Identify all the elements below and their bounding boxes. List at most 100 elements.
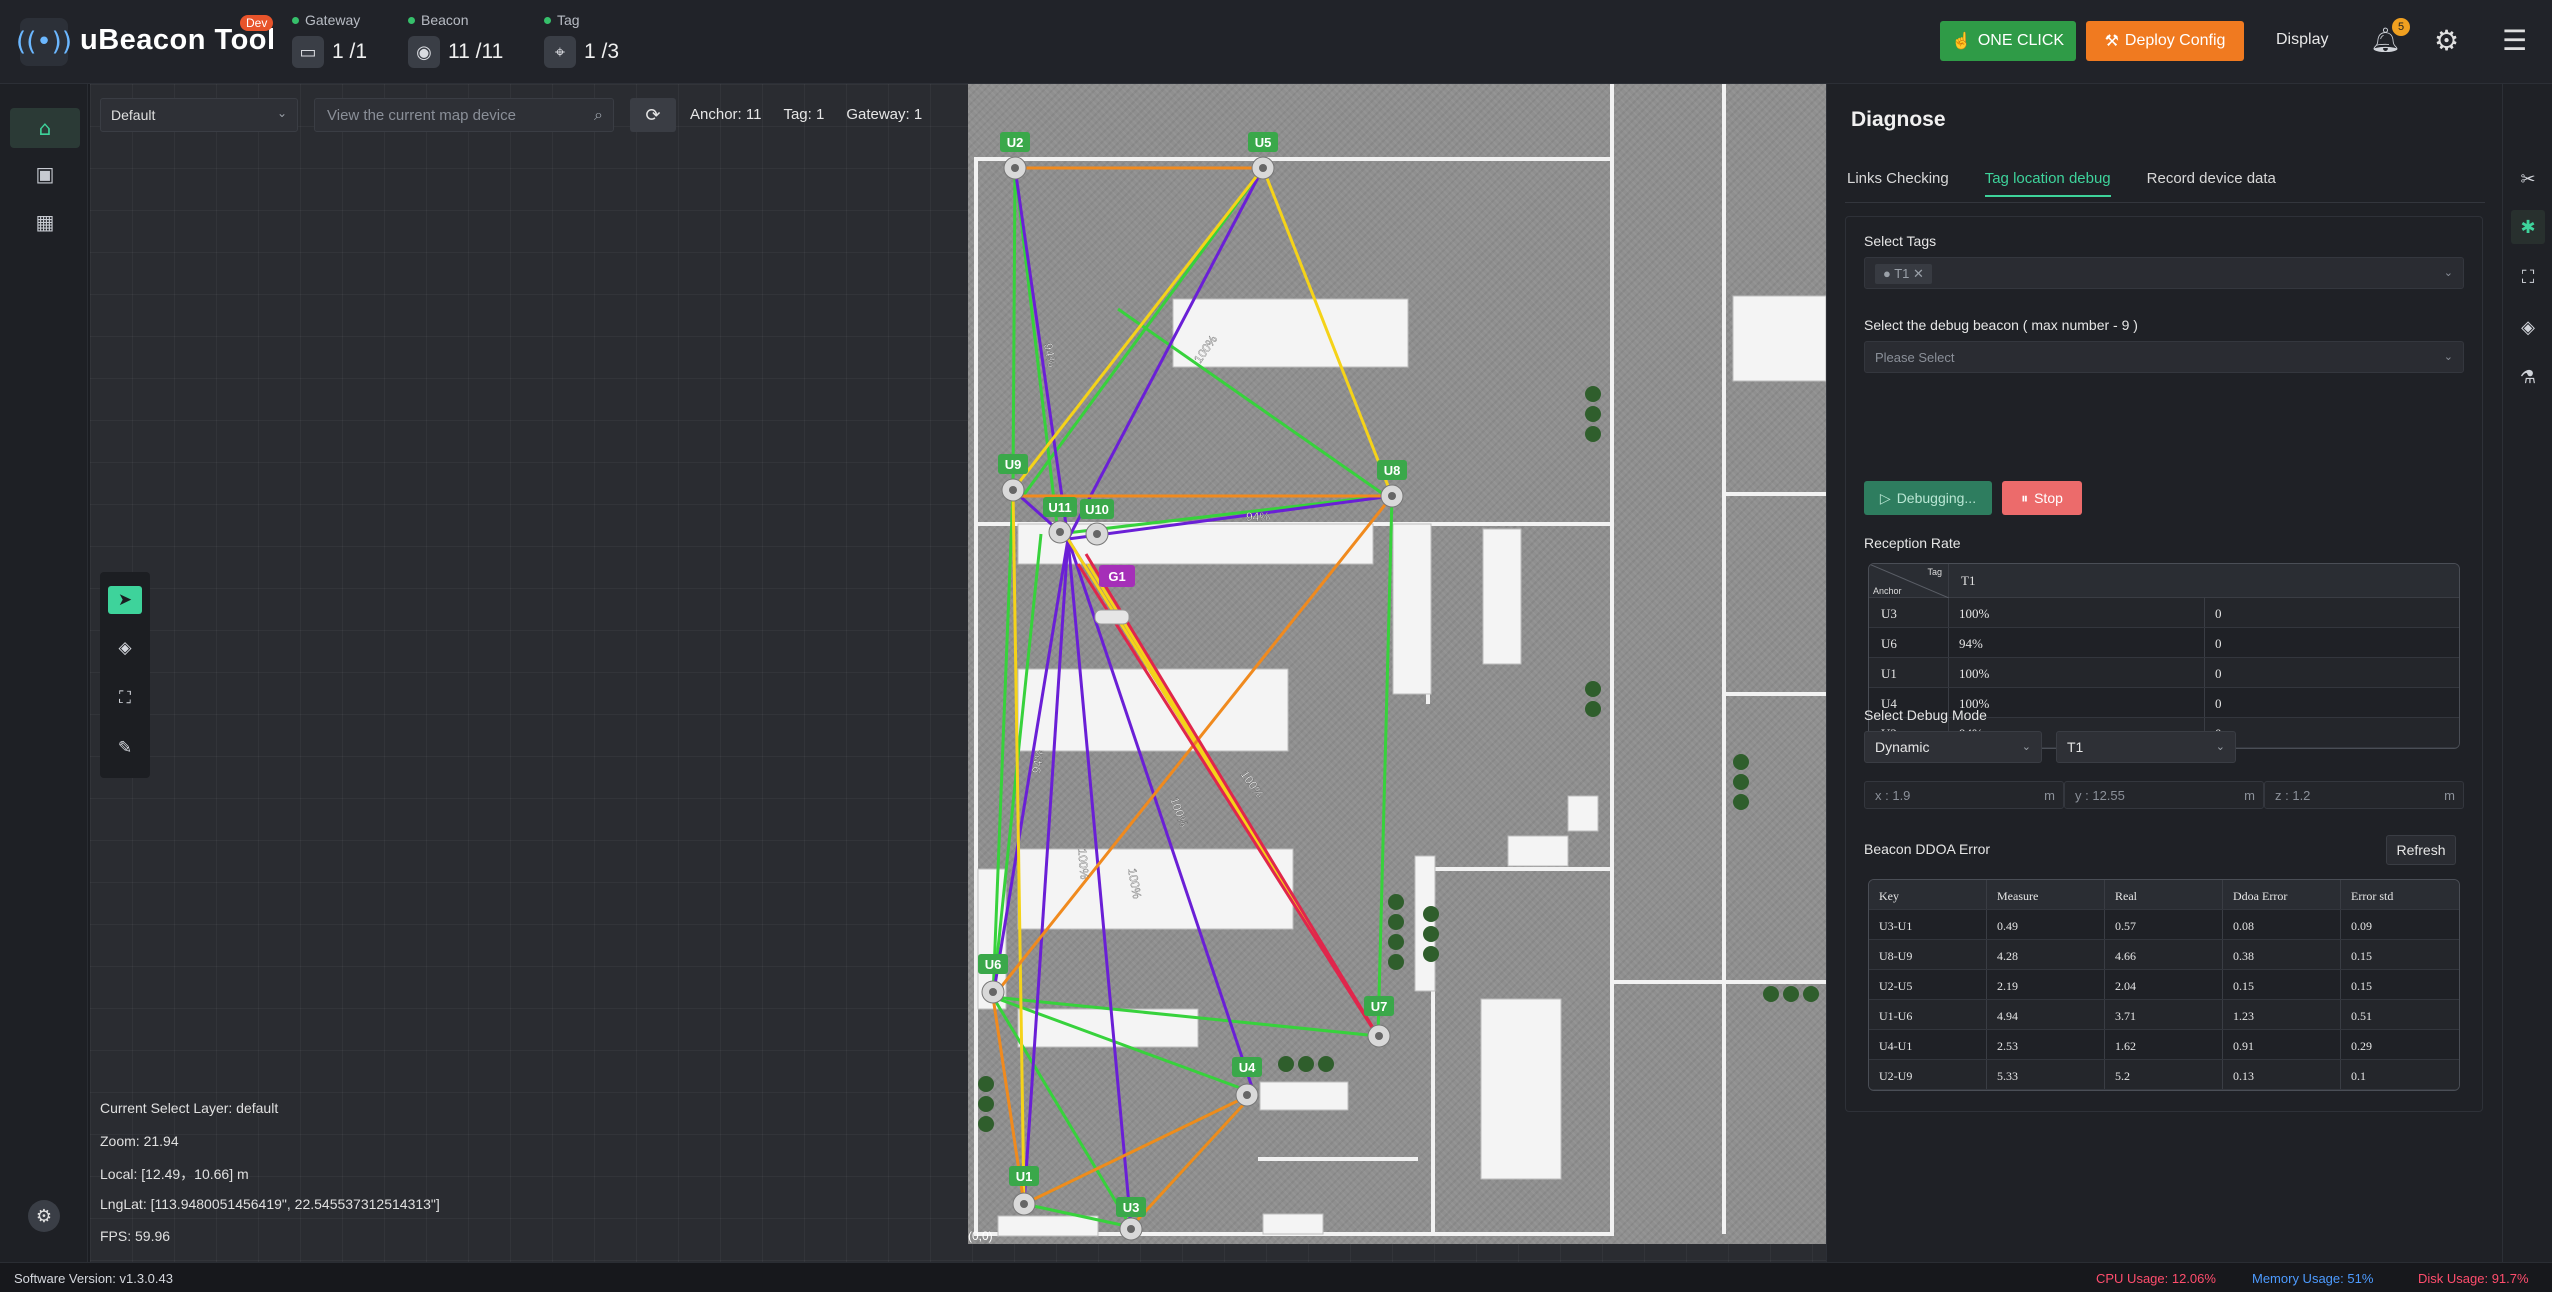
tag-label: Tag <box>557 12 580 28</box>
deploy-config-button[interactable]: ⚒ Deploy Config <box>2086 21 2244 61</box>
sidebar-item-map[interactable]: ⌂ <box>10 108 80 148</box>
chevron-down-icon: ⌄ <box>2443 351 2453 363</box>
ruler-tool-icon[interactable]: ✎ <box>108 734 142 762</box>
select-tool-icon[interactable]: ➤ <box>108 586 142 614</box>
gateway-count: 1 /1 <box>332 40 368 63</box>
ddoa-cell: U1-U6 <box>1869 1000 1987 1029</box>
ddoa-cell: 0.91 <box>2223 1030 2341 1059</box>
ddoa-table-header: Key Measure Real Ddoa Error Error std <box>1869 880 2459 910</box>
gateway-stat[interactable]: Gateway ▭ 1 /1 <box>292 12 367 68</box>
ddoa-cell: 0.49 <box>1987 910 2105 939</box>
ddoa-row: U1-U6 4.94 3.71 1.23 0.51 <box>1869 1000 2459 1030</box>
svg-text:U4: U4 <box>1239 1060 1256 1075</box>
ddoa-row: U4-U1 2.53 1.62 0.91 0.29 <box>1869 1030 2459 1060</box>
ddoa-error-table: Key Measure Real Ddoa Error Error std U3… <box>1868 879 2460 1091</box>
settings-gear-icon[interactable]: ⚙ <box>2434 24 2459 57</box>
beacon-icon: ◉ <box>408 36 440 68</box>
stop-button[interactable]: ⏸ Stop <box>2002 481 2082 515</box>
ddoa-cell: 4.94 <box>1987 1000 2105 1029</box>
floor-plan[interactable]: 94% 100% 94% 94% 100% 100% 100% 100% U2 … <box>968 84 1826 1244</box>
coord-x-field[interactable]: x : 1.9 m <box>1864 781 2064 809</box>
ddoa-cell: 0.13 <box>2223 1060 2341 1089</box>
sidebar-settings-icon[interactable]: ⚙ <box>28 1200 60 1232</box>
reception-cell-anchor: U3 <box>1869 598 1949 627</box>
frame-tool-icon[interactable]: ⛶ <box>108 684 142 712</box>
router-icon: ▭ <box>292 36 324 68</box>
reception-cell-value: 0 <box>2215 666 2222 681</box>
tools-cross-icon[interactable]: ✂ <box>2511 162 2545 196</box>
svg-text:U1: U1 <box>1016 1169 1033 1184</box>
diagnose-tabs: Links Checking Tag location debug Record… <box>1847 170 2276 197</box>
ddoa-cell: 4.66 <box>2105 940 2223 969</box>
one-click-button[interactable]: ☝ ONE CLICK <box>1940 21 2076 61</box>
select-tags-label: Select Tags <box>1864 233 1937 249</box>
coord-x: x : 1.9 <box>1875 788 1911 803</box>
tag-t1-marker[interactable] <box>1094 609 1130 625</box>
reception-cell-anchor: U1 <box>1869 658 1949 687</box>
debug-beacon-select[interactable]: Please Select ⌄ <box>1864 341 2464 373</box>
deploy-config-label: Deploy Config <box>2124 32 2226 49</box>
tab-links-checking[interactable]: Links Checking <box>1847 170 1949 197</box>
gateway-g1[interactable]: G1 <box>1099 565 1135 587</box>
ddoa-cell: 1.23 <box>2223 1000 2341 1029</box>
current-layer-info: Current Select Layer: default <box>100 1100 279 1116</box>
anchor-u5[interactable]: U5 <box>1248 132 1278 180</box>
debug-mode-label: Select Debug Mode <box>1864 707 1987 723</box>
pause-icon: ⏸ <box>2021 489 2029 506</box>
debug-mode-value: Dynamic <box>1875 739 1930 755</box>
one-click-label: ONE CLICK <box>1977 32 2065 49</box>
beacon-status-dot <box>408 16 415 24</box>
debug-bug-icon[interactable]: ✱ <box>2511 210 2545 244</box>
anchor-u2[interactable]: U2 <box>1000 132 1030 180</box>
chevron-down-icon: ⌄ <box>2215 741 2225 753</box>
anchor-u8[interactable]: U8 <box>1377 460 1407 508</box>
coord-y: y : 12.55 <box>2075 788 2125 803</box>
select-tags-field[interactable]: ● T1 ✕ ⌄ <box>1864 257 2464 289</box>
search-input[interactable] <box>315 99 575 131</box>
svg-text:U8: U8 <box>1384 463 1401 478</box>
ddoa-cell: 2.04 <box>2105 970 2223 999</box>
layers-tool-icon[interactable]: ◈ <box>108 634 142 662</box>
disk-usage: Disk Usage: 91.7% <box>2418 1271 2529 1286</box>
debugging-button[interactable]: ▷ Debugging... <box>1864 481 1992 515</box>
anchor-header: Anchor <box>1873 586 1902 596</box>
chevron-down-icon: ⌄ <box>2021 741 2031 753</box>
ddoa-refresh-button[interactable]: Refresh <box>2386 835 2456 865</box>
map-device-search[interactable]: ⌕ <box>314 98 614 132</box>
ddoa-cell: U8-U9 <box>1869 940 1987 969</box>
selected-tag-chip[interactable]: ● T1 ✕ <box>1875 264 1932 284</box>
ddoa-cell: 4.28 <box>1987 940 2105 969</box>
tag-stat[interactable]: Tag ⌖ 1 /3 <box>544 12 619 68</box>
frame-icon[interactable]: ⛶ <box>2511 260 2545 294</box>
anchor-u4[interactable]: U4 <box>1232 1057 1262 1107</box>
debug-mode-select[interactable]: Dynamic ⌄ <box>1864 731 2042 763</box>
refresh-icon: ⟳ <box>645 104 661 126</box>
coord-z-field[interactable]: z : 1.2 m <box>2264 781 2464 809</box>
ddoa-cell: 0.38 <box>2223 940 2341 969</box>
refresh-map-button[interactable]: ⟳ <box>630 98 676 132</box>
hamburger-menu-icon[interactable]: ☰ <box>2502 24 2527 57</box>
tab-tag-location-debug[interactable]: Tag location debug <box>1984 170 2111 197</box>
display-menu[interactable]: Display <box>2276 31 2328 49</box>
layer-select[interactable]: Default ⌄ <box>100 98 298 132</box>
search-icon[interactable]: ⌕ <box>594 105 603 125</box>
reception-rate-label: Reception Rate <box>1864 535 1961 551</box>
flask-icon[interactable]: ⚗ <box>2511 360 2545 394</box>
debug-mode-tag-select[interactable]: T1 ⌄ <box>2056 731 2236 763</box>
ddoa-cell: 2.53 <box>1987 1030 2105 1059</box>
reception-cell-rate: 94% <box>1949 628 2205 657</box>
sidebar-item-devices[interactable]: ▣ <box>10 154 80 194</box>
layers-icon[interactable]: ◈ <box>2511 310 2545 344</box>
diagnose-title: Diagnose <box>1851 108 1946 131</box>
link-label-3: 94% <box>1246 510 1270 524</box>
ddoa-cell: 0.51 <box>2351 1009 2372 1023</box>
sidebar-item-building[interactable]: ▦ <box>10 202 80 242</box>
svg-text:U7: U7 <box>1371 999 1388 1014</box>
app-root: ((•)) uBeacon Tool Dev Gateway ▭ 1 /1 Bea… <box>0 0 2552 1292</box>
beacon-stat[interactable]: Beacon ◉ 11 /11 <box>408 12 503 68</box>
tab-record-device-data[interactable]: Record device data <box>2147 170 2276 197</box>
col-real: Real <box>2105 880 2223 909</box>
debug-beacon-placeholder: Please Select <box>1875 350 1955 365</box>
coord-y-field[interactable]: y : 12.55 m <box>2064 781 2264 809</box>
anchor-u3[interactable]: U3 <box>1116 1197 1146 1241</box>
